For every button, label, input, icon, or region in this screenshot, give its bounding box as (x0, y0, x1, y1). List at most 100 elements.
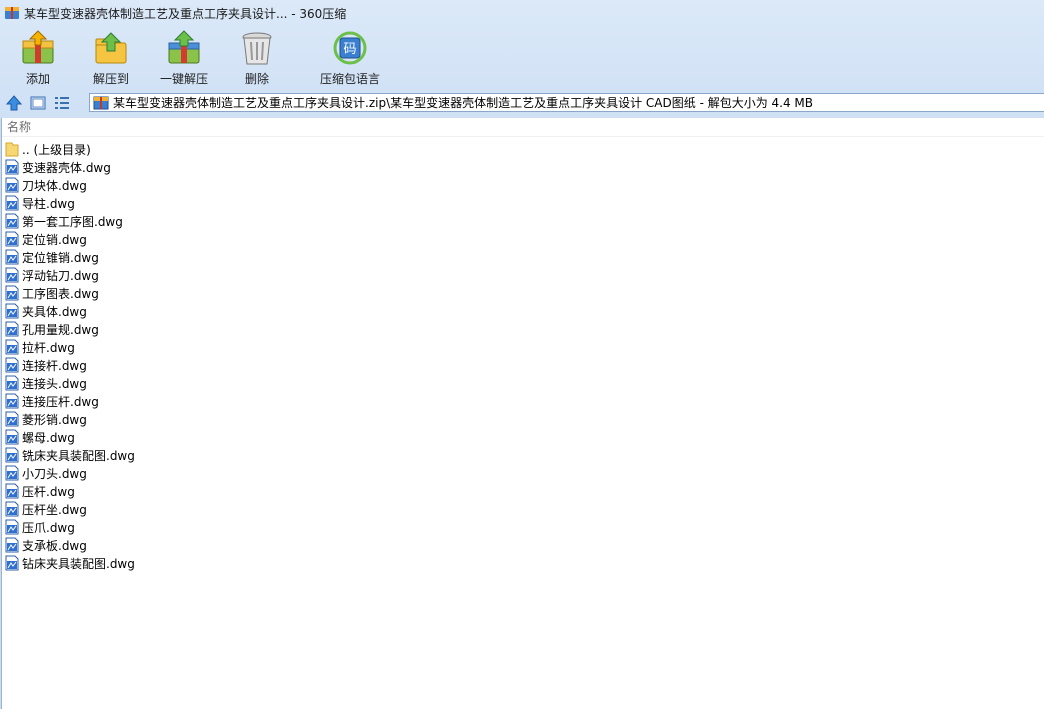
dwg-file-icon (4, 303, 20, 319)
dwg-file-icon (4, 231, 20, 247)
file-list-item[interactable]: 孔用量规.dwg (2, 320, 135, 338)
file-name: 螺母.dwg (22, 430, 75, 445)
archive-file-icon (93, 96, 109, 110)
column-header-name[interactable]: 名称 (2, 118, 1044, 137)
title-bar[interactable]: 某车型变速器壳体制造工艺及重点工序夹具设计... - 360压缩 (0, 0, 1044, 26)
add-archive-icon (18, 28, 58, 68)
thumbnail-view-icon[interactable] (28, 94, 48, 112)
file-list-item[interactable]: 第一套工序图.dwg (2, 212, 135, 230)
dwg-file-icon (4, 555, 20, 571)
file-list-item[interactable]: 刀块体.dwg (2, 176, 135, 194)
file-list-item[interactable]: 小刀头.dwg (2, 464, 135, 482)
app-logo-icon (4, 5, 20, 21)
file-list-item[interactable]: 压杆.dwg (2, 482, 135, 500)
address-bar: 某车型变速器壳体制造工艺及重点工序夹具设计.zip\某车型变速器壳体制造工艺及重… (0, 92, 1044, 114)
file-name: 夹具体.dwg (22, 304, 87, 319)
one-click-extract-label: 一键解压 (159, 72, 208, 86)
file-name: 压爪.dwg (22, 520, 75, 535)
file-list-item[interactable]: 螺母.dwg (2, 428, 135, 446)
dwg-file-icon (4, 537, 20, 553)
file-list-item[interactable]: 拉杆.dwg (2, 338, 135, 356)
file-name: 定位销.dwg (22, 232, 87, 247)
file-name: 工序图表.dwg (22, 286, 99, 301)
file-list-item[interactable]: 压杆坐.dwg (2, 500, 135, 518)
delete-trash-icon (237, 28, 277, 68)
file-name: 刀块体.dwg (22, 178, 87, 193)
file-list-item[interactable]: 支承板.dwg (2, 536, 135, 554)
file-list-item[interactable]: 菱形销.dwg (2, 410, 135, 428)
dwg-file-icon (4, 519, 20, 535)
file-name: 支承板.dwg (22, 538, 87, 553)
file-list-item[interactable]: 连接杆.dwg (2, 356, 135, 374)
file-name: 浮动钻刀.dwg (22, 268, 99, 283)
extract-to-icon (91, 28, 131, 68)
file-name: 小刀头.dwg (22, 466, 87, 481)
file-list-item[interactable]: 工序图表.dwg (2, 284, 135, 302)
file-name: 连接杆.dwg (22, 358, 87, 373)
dwg-file-icon (4, 357, 20, 373)
file-list-item[interactable]: 钻床夹具装配图.dwg (2, 554, 135, 572)
dwg-file-icon (4, 267, 20, 283)
dwg-file-icon (4, 249, 20, 265)
add-button[interactable]: 添加 (3, 28, 73, 87)
parent-directory-item[interactable]: .. (上级目录) (2, 140, 135, 158)
dwg-file-icon (4, 483, 20, 499)
file-name: 导柱.dwg (22, 196, 75, 211)
file-list-item[interactable]: 定位锥销.dwg (2, 248, 135, 266)
add-label: 添加 (25, 72, 50, 86)
file-list-item[interactable]: 连接压杆.dwg (2, 392, 135, 410)
dwg-file-icon (4, 285, 20, 301)
delete-button[interactable]: 删除 (222, 28, 292, 87)
dwg-file-icon (4, 213, 20, 229)
delete-label: 删除 (244, 72, 269, 86)
file-list: .. (上级目录) 变速器壳体.dwg 刀块体.dwg 导柱.dwg 第一套工序图.d… (2, 140, 135, 572)
toolbar: 添加 解压到 一键解压 删除 码 压缩包语言 (0, 28, 1044, 88)
app-window: 某车型变速器壳体制造工艺及重点工序夹具设计... - 360压缩 添加 解压到 … (0, 0, 1044, 709)
extract-to-button[interactable]: 解压到 (76, 28, 146, 87)
file-list-item[interactable]: 压爪.dwg (2, 518, 135, 536)
archive-language-label: 压缩包语言 (319, 72, 380, 86)
file-name: 变速器壳体.dwg (22, 160, 111, 175)
file-name: 连接头.dwg (22, 376, 87, 391)
dwg-file-icon (4, 195, 20, 211)
one-click-extract-icon (164, 28, 204, 68)
file-list-item[interactable]: 浮动钻刀.dwg (2, 266, 135, 284)
list-view-icon[interactable] (52, 94, 72, 112)
file-list-item[interactable]: 夹具体.dwg (2, 302, 135, 320)
dwg-file-icon (4, 393, 20, 409)
address-path-field[interactable]: 某车型变速器壳体制造工艺及重点工序夹具设计.zip\某车型变速器壳体制造工艺及重… (89, 93, 1044, 112)
window-title: 某车型变速器壳体制造工艺及重点工序夹具设计... - 360压缩 (24, 6, 347, 21)
file-name: 第一套工序图.dwg (22, 214, 123, 229)
svg-text:码: 码 (343, 42, 356, 57)
folder-icon (4, 141, 20, 157)
dwg-file-icon (4, 429, 20, 445)
dwg-file-icon (4, 321, 20, 337)
file-name: 孔用量规.dwg (22, 322, 99, 337)
file-name: 定位锥销.dwg (22, 250, 99, 265)
file-list-pane: 名称 .. (上级目录) 变速器壳体.dwg 刀块体.dwg 导柱.dwg 第一套工序… (1, 118, 1044, 709)
dwg-file-icon (4, 501, 20, 517)
dwg-file-icon (4, 447, 20, 463)
file-name: 压杆.dwg (22, 484, 75, 499)
file-name: 钻床夹具装配图.dwg (22, 556, 135, 571)
archive-language-icon: 码 (330, 28, 370, 68)
file-name: 铣床夹具装配图.dwg (22, 448, 135, 463)
file-name: 连接压杆.dwg (22, 394, 99, 409)
file-list-item[interactable]: 变速器壳体.dwg (2, 158, 135, 176)
file-name: 压杆坐.dwg (22, 502, 87, 517)
file-list-item[interactable]: 定位销.dwg (2, 230, 135, 248)
address-path-text: 某车型变速器壳体制造工艺及重点工序夹具设计.zip\某车型变速器壳体制造工艺及重… (113, 96, 814, 110)
dwg-file-icon (4, 159, 20, 175)
parent-directory-label: .. (上级目录) (22, 142, 91, 157)
file-name: 拉杆.dwg (22, 340, 75, 355)
file-list-item[interactable]: 导柱.dwg (2, 194, 135, 212)
up-arrow-icon[interactable] (4, 94, 24, 112)
dwg-file-icon (4, 177, 20, 193)
archive-language-button[interactable]: 码 压缩包语言 (315, 28, 385, 87)
dwg-file-icon (4, 375, 20, 391)
dwg-file-icon (4, 339, 20, 355)
one-click-extract-button[interactable]: 一键解压 (149, 28, 219, 87)
file-list-item[interactable]: 连接头.dwg (2, 374, 135, 392)
file-name: 菱形销.dwg (22, 412, 87, 427)
file-list-item[interactable]: 铣床夹具装配图.dwg (2, 446, 135, 464)
